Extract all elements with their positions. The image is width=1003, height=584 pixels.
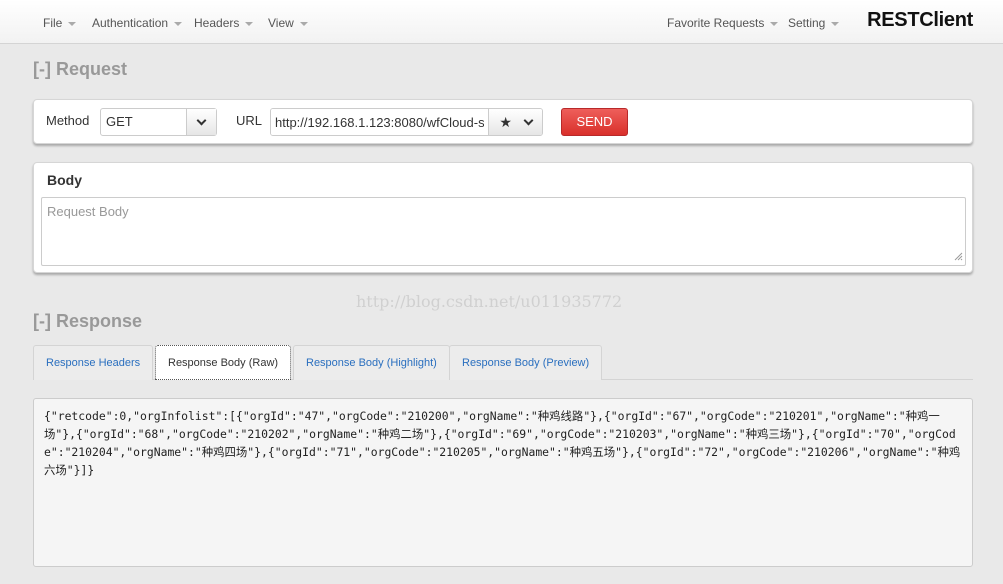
response-body-raw[interactable]: {"retcode":0,"orgInfolist":[{"orgId":"47… (33, 398, 973, 567)
response-section-toggle[interactable]: [-] Response (33, 311, 142, 332)
tab-response-headers[interactable]: Response Headers (33, 345, 154, 380)
tab-response-body-raw[interactable]: Response Body (Raw) (155, 345, 292, 380)
menu-favorite-requests[interactable]: Favorite Requests (667, 16, 779, 30)
caret-down-icon (245, 21, 254, 26)
menu-authentication[interactable]: Authentication (92, 16, 183, 30)
caret-down-icon (770, 21, 779, 26)
caret-down-icon (831, 21, 840, 26)
menu-favorite-requests-label: Favorite Requests (667, 16, 765, 30)
url-input[interactable] (271, 109, 488, 135)
url-group: ★ (270, 108, 543, 136)
send-button[interactable]: SEND (561, 108, 628, 136)
menu-setting-label: Setting (788, 16, 826, 30)
body-title: Body (47, 172, 82, 188)
brand-logo[interactable]: RESTClient (867, 9, 973, 32)
chevron-down-icon (196, 115, 207, 125)
request-bar: Method GET URL ★ SEND (33, 99, 973, 144)
chevron-down-icon (523, 115, 534, 125)
request-section-toggle[interactable]: [-] Request (33, 59, 127, 80)
request-body-input[interactable] (41, 197, 966, 266)
method-dropdown-button[interactable] (186, 109, 216, 135)
caret-down-icon (68, 21, 77, 26)
url-label: URL (236, 113, 263, 128)
resize-grip-icon[interactable] (954, 252, 963, 261)
star-icon[interactable]: ★ (499, 115, 512, 129)
method-select[interactable]: GET (100, 108, 217, 136)
navbar: File Authentication Headers View Favorit… (0, 0, 1003, 44)
watermark: http://blog.csdn.net/u011935772 (356, 292, 623, 311)
menu-headers[interactable]: Headers (194, 16, 254, 30)
menu-file[interactable]: File (43, 16, 77, 30)
favorite-dropdown-button[interactable]: ★ (488, 109, 542, 135)
body-panel: Body (33, 162, 973, 273)
menu-file-label: File (43, 16, 63, 30)
menu-view[interactable]: View (268, 16, 308, 30)
menu-setting[interactable]: Setting (788, 16, 840, 30)
caret-down-icon (299, 21, 308, 26)
tab-response-body-preview[interactable]: Response Body (Preview) (449, 345, 603, 380)
caret-down-icon (174, 21, 183, 26)
tab-response-body-highlight[interactable]: Response Body (Highlight) (293, 345, 450, 380)
menu-headers-label: Headers (194, 16, 240, 30)
menu-view-label: View (268, 16, 294, 30)
method-value: GET (106, 114, 133, 129)
menu-authentication-label: Authentication (92, 16, 169, 30)
method-label: Method (46, 113, 90, 128)
